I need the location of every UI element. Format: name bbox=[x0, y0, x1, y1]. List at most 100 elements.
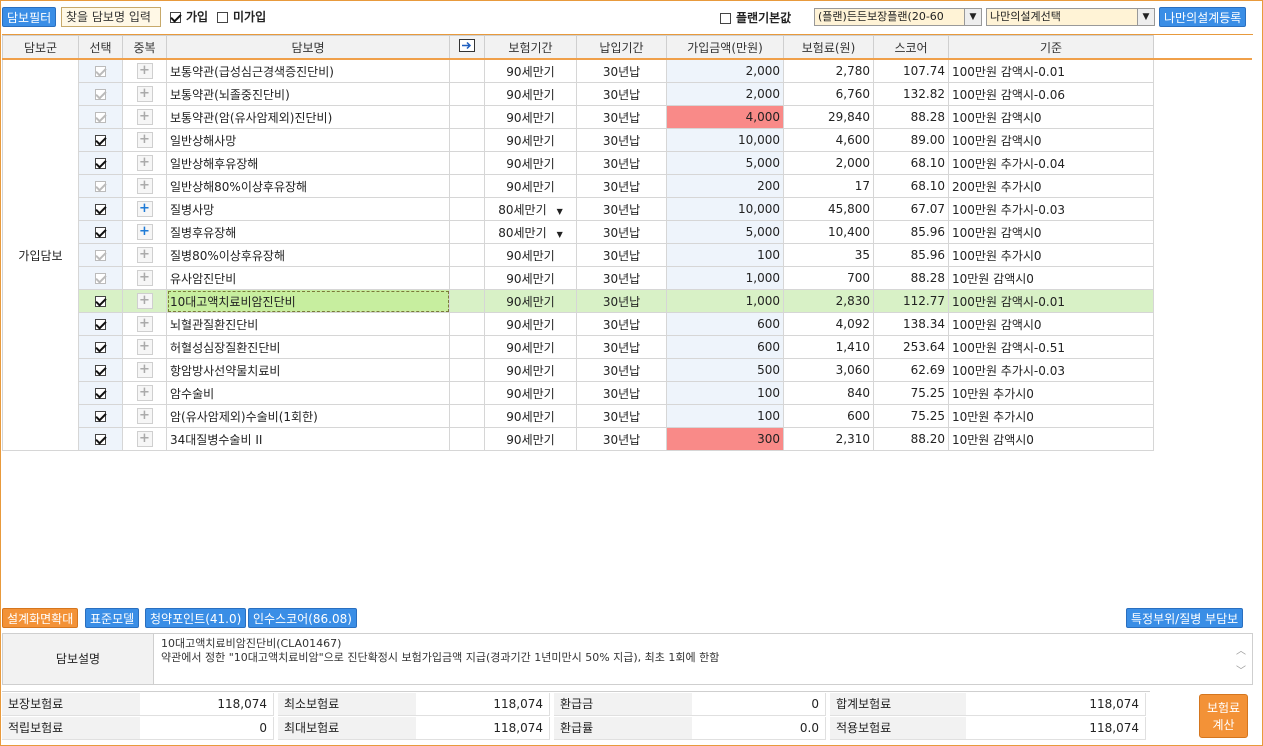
dup-cell[interactable]: + bbox=[122, 58, 167, 83]
amount-cell[interactable]: 600 bbox=[666, 335, 784, 359]
plan-default-checkbox[interactable] bbox=[720, 11, 731, 25]
plus-icon[interactable]: + bbox=[136, 109, 153, 125]
dup-cell[interactable]: + bbox=[122, 174, 167, 198]
select-cell[interactable] bbox=[78, 151, 123, 175]
chevron-down-icon[interactable]: ﹀ bbox=[1236, 662, 1246, 682]
amount-cell[interactable]: 100 bbox=[666, 243, 784, 267]
amount-cell[interactable]: 4,000 bbox=[666, 105, 784, 129]
table-row[interactable]: + 일반상해사망 90세만기 30년납 10,000 4,600 89.00 100만원 감액… bbox=[3, 128, 1252, 152]
dup-cell[interactable]: + bbox=[122, 105, 167, 129]
select-checkbox[interactable] bbox=[95, 250, 106, 261]
select-checkbox[interactable] bbox=[95, 411, 106, 422]
select-checkbox[interactable] bbox=[95, 434, 106, 445]
amount-cell[interactable]: 5,000 bbox=[666, 220, 784, 244]
export-icon-header[interactable] bbox=[449, 35, 485, 60]
underwriting-score-button[interactable]: 인수스코어(86.08) bbox=[248, 608, 357, 628]
select-checkbox[interactable] bbox=[95, 319, 106, 330]
standard-model-button[interactable]: 표준모델 bbox=[85, 608, 140, 628]
amount-cell[interactable]: 200 bbox=[666, 174, 784, 198]
enlarge-button[interactable]: 설계화면확대 bbox=[2, 608, 79, 628]
amount-cell[interactable]: 300 bbox=[666, 427, 784, 451]
select-cell[interactable] bbox=[78, 404, 123, 428]
period-dropdown[interactable]: 80세만기 ▼ bbox=[484, 197, 577, 221]
dup-cell[interactable]: + bbox=[122, 289, 167, 313]
dup-cell[interactable]: + bbox=[122, 427, 167, 451]
dup-cell[interactable]: + bbox=[122, 82, 167, 106]
plus-icon[interactable]: + bbox=[136, 132, 153, 148]
select-checkbox[interactable] bbox=[95, 112, 106, 123]
table-row[interactable]: + 질병후유장해 80세만기 ▼ 30년납 5,000 10,400 85.96 100만원 감… bbox=[3, 220, 1252, 244]
select-cell[interactable] bbox=[78, 128, 123, 152]
select-checkbox[interactable] bbox=[95, 89, 106, 100]
plus-icon[interactable]: + bbox=[136, 178, 153, 194]
select-cell[interactable] bbox=[78, 220, 123, 244]
amount-cell[interactable]: 10,000 bbox=[666, 128, 784, 152]
table-row[interactable]: + 일반상해후유장해 90세만기 30년납 5,000 2,000 68.10 100만원 추… bbox=[3, 151, 1252, 175]
select-checkbox[interactable] bbox=[95, 342, 106, 353]
table-row[interactable]: + 유사암진단비 90세만기 30년납 1,000 700 88.28 10만원 감액시0 bbox=[3, 266, 1252, 290]
table-row[interactable]: + 암(유사암제외)수술비(1회한) 90세만기 30년납 100 600 75.25 10만… bbox=[3, 404, 1252, 428]
amount-cell[interactable]: 5,000 bbox=[666, 151, 784, 175]
amount-cell[interactable]: 600 bbox=[666, 312, 784, 336]
select-checkbox[interactable] bbox=[95, 365, 106, 376]
plus-icon[interactable]: + bbox=[136, 408, 153, 424]
select-cell[interactable] bbox=[78, 197, 123, 221]
dup-cell[interactable]: + bbox=[122, 151, 167, 175]
select-checkbox[interactable] bbox=[95, 204, 106, 215]
select-cell[interactable] bbox=[78, 58, 123, 83]
select-cell[interactable] bbox=[78, 243, 123, 267]
table-row[interactable]: 가입담보 + 보통약관(급성심근경색증진단비) 90세만기 30년납 2,000 2,780… bbox=[2, 58, 1252, 451]
subscription-point-button[interactable]: 청약포인트(41.0) bbox=[145, 608, 247, 628]
plus-icon[interactable]: + bbox=[136, 247, 153, 263]
register-design-button[interactable]: 나만의설계등록 bbox=[1159, 7, 1247, 27]
amount-cell[interactable]: 100 bbox=[666, 381, 784, 405]
plus-icon[interactable]: + bbox=[136, 293, 153, 309]
description-scroll[interactable]: ︿ ﹀ bbox=[1236, 642, 1246, 682]
plus-icon[interactable]: + bbox=[136, 155, 153, 171]
plus-icon[interactable]: + bbox=[136, 431, 153, 447]
plus-icon[interactable]: + bbox=[136, 270, 153, 286]
amount-cell[interactable]: 1,000 bbox=[666, 289, 784, 313]
design-select[interactable]: 나만의설계선택 ▼ bbox=[986, 8, 1155, 26]
plus-icon[interactable]: + bbox=[136, 224, 153, 240]
select-cell[interactable] bbox=[78, 427, 123, 451]
select-cell[interactable] bbox=[78, 105, 123, 129]
table-row[interactable]: + 일반상해80%이상후유장해 90세만기 30년납 200 17 68.10 200만원 추… bbox=[3, 174, 1252, 198]
select-cell[interactable] bbox=[78, 174, 123, 198]
select-cell[interactable] bbox=[78, 381, 123, 405]
table-row[interactable]: + 질병사망 80세만기 ▼ 30년납 10,000 45,800 67.07 100만원 추가… bbox=[3, 197, 1252, 221]
select-checkbox[interactable] bbox=[95, 66, 106, 77]
select-checkbox[interactable] bbox=[95, 135, 106, 146]
select-cell[interactable] bbox=[78, 312, 123, 336]
amount-cell[interactable]: 2,000 bbox=[666, 58, 784, 83]
amount-cell[interactable]: 2,000 bbox=[666, 82, 784, 106]
period-dropdown[interactable]: 80세만기 ▼ bbox=[484, 220, 577, 244]
table-row[interactable]: + 암수술비 90세만기 30년납 100 840 75.25 10만원 추가시0 bbox=[3, 381, 1252, 405]
plus-icon[interactable]: + bbox=[136, 385, 153, 401]
select-checkbox[interactable] bbox=[95, 181, 106, 192]
joined-checkbox[interactable] bbox=[170, 10, 181, 24]
table-row[interactable]: + 항암방사선약물치료비 90세만기 30년납 500 3,060 62.69 100만원 추… bbox=[3, 358, 1252, 382]
dup-cell[interactable]: + bbox=[122, 312, 167, 336]
plus-icon[interactable]: + bbox=[136, 86, 153, 102]
amount-cell[interactable]: 500 bbox=[666, 358, 784, 382]
table-row[interactable]: +10대고액치료비암진단비 90세만기 30년납 1,000 2,830 112.77 10… bbox=[3, 289, 1252, 313]
select-checkbox[interactable] bbox=[95, 296, 106, 307]
table-row[interactable]: + 보통약관(뇌졸중진단비) 90세만기 30년납 2,000 6,760 132.82 10… bbox=[3, 82, 1252, 106]
chevron-up-icon[interactable]: ︿ bbox=[1236, 642, 1246, 662]
plus-icon[interactable]: + bbox=[136, 339, 153, 355]
plus-icon[interactable]: + bbox=[136, 201, 153, 217]
select-checkbox[interactable] bbox=[95, 388, 106, 399]
dup-cell[interactable]: + bbox=[122, 358, 167, 382]
select-checkbox[interactable] bbox=[95, 158, 106, 169]
dup-cell[interactable]: + bbox=[122, 243, 167, 267]
calculate-premium-button[interactable]: 보험료 계산 bbox=[1199, 694, 1248, 738]
table-row[interactable]: + 보통약관(암(유사암제외)진단비) 90세만기 30년납 4,000 29,840 88… bbox=[3, 105, 1252, 129]
plus-icon[interactable]: + bbox=[136, 316, 153, 332]
amount-cell[interactable]: 1,000 bbox=[666, 266, 784, 290]
special-exclusion-button[interactable]: 특정부위/질병 부담보 bbox=[1126, 608, 1244, 628]
dup-cell[interactable]: + bbox=[122, 404, 167, 428]
not-joined-checkbox[interactable] bbox=[217, 10, 228, 24]
plus-icon[interactable]: + bbox=[136, 63, 153, 79]
select-checkbox[interactable] bbox=[95, 227, 106, 238]
